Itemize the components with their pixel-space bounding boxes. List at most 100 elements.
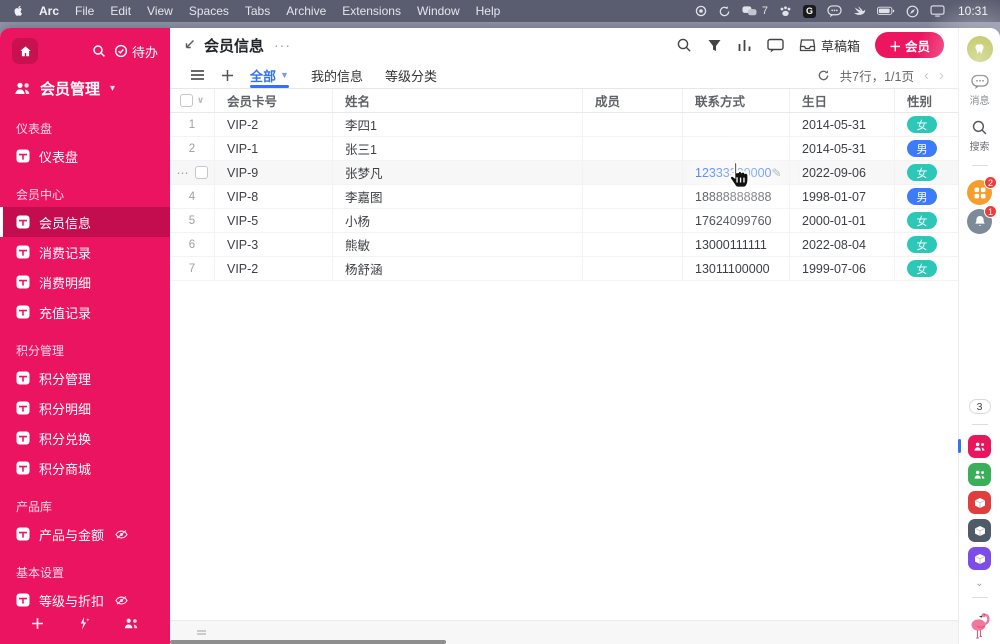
select-all-checkbox[interactable] — [179, 94, 193, 107]
chat-bubble-icon[interactable] — [827, 4, 842, 18]
cell-contact[interactable]: 13011100000 ✎ — [683, 257, 790, 280]
cell-member[interactable] — [583, 185, 683, 208]
cell-member[interactable] — [583, 137, 683, 160]
menubar-item[interactable]: Edit — [110, 4, 131, 18]
select-all-cell[interactable]: ∨ — [170, 89, 215, 112]
table-row[interactable]: ⋯ 6 VIP-3 熊敏 13000111111 ✎ 2022-08-04 女 — [170, 233, 958, 257]
paw-icon[interactable] — [779, 5, 792, 18]
view-tab[interactable]: 全部 ▼ — [250, 62, 289, 88]
title-more-icon[interactable]: ··· — [274, 37, 291, 53]
view-tab[interactable]: 等级分类 ▼ — [385, 62, 437, 88]
cell-member[interactable] — [583, 233, 683, 256]
sidebar-add-icon[interactable] — [30, 616, 45, 631]
rail-search-icon[interactable] — [971, 119, 988, 136]
cell-birthday[interactable]: 1998-01-07 — [790, 185, 895, 208]
table-row[interactable]: ⋯ 2 VIP-1 张三1 ✎ 2014-05-31 男 — [170, 137, 958, 161]
table-row[interactable]: ⋯ 7 VIP-2 杨舒涵 13011100000 ✎ 1999-07-06 女 — [170, 257, 958, 281]
table-row[interactable]: ⋯ 3 VIP-9 张梦凡 12333330000 ✎ 2022-09-06 女 — [170, 161, 958, 185]
record-icon[interactable] — [695, 5, 707, 17]
sidebar-item[interactable]: 会员信息 — [0, 207, 170, 237]
cell-gender[interactable]: 男 — [895, 185, 958, 208]
home-button[interactable] — [12, 38, 38, 64]
cell-contact[interactable]: 13000111111 ✎ — [683, 233, 790, 256]
cell-gender[interactable]: 女 — [895, 209, 958, 232]
sidebar-item[interactable]: 等级与折扣 — [0, 585, 170, 608]
column-header[interactable]: 性别 — [895, 89, 958, 112]
sidebar-item[interactable]: 积分商城 — [0, 453, 170, 483]
cell-card-number[interactable]: VIP-2 — [215, 257, 333, 280]
messages-bubble-icon[interactable] — [970, 74, 989, 90]
cell-birthday[interactable]: 2000-01-01 — [790, 209, 895, 232]
column-header[interactable]: 联系方式 — [683, 89, 790, 112]
sidebar-item[interactable]: 充值记录 — [0, 297, 170, 327]
horizontal-scrollbar[interactable] — [170, 640, 446, 644]
apple-menu-icon[interactable] — [12, 4, 25, 18]
cell-birthday[interactable]: 2022-08-04 — [790, 233, 895, 256]
cell-gender[interactable]: 女 — [895, 113, 958, 136]
add-member-button[interactable]: ＋ 会员 — [875, 32, 944, 58]
comment-icon[interactable] — [767, 38, 784, 53]
cell-name[interactable]: 熊敏 — [333, 233, 583, 256]
user-avatar[interactable] — [966, 36, 993, 62]
cell-gender[interactable]: 男 — [895, 137, 958, 160]
rail-chevron-down-icon[interactable]: ⌄ — [975, 578, 983, 589]
cell-card-number[interactable]: VIP-2 — [215, 113, 333, 136]
resize-handle-icon[interactable] — [196, 627, 207, 639]
display-icon[interactable] — [930, 5, 945, 17]
column-header[interactable]: 姓名 — [333, 89, 583, 112]
menubar-item[interactable]: Window — [417, 4, 460, 18]
cell-contact[interactable]: ✎ — [683, 137, 790, 160]
next-page-icon[interactable]: › — [939, 67, 944, 84]
sidebar-item[interactable]: 积分兑换 — [0, 423, 170, 453]
chart-icon[interactable] — [737, 38, 752, 53]
filter-icon[interactable] — [707, 38, 722, 53]
swift-bird-icon[interactable] — [853, 5, 866, 17]
draftbox-button[interactable]: 草稿箱 — [799, 36, 860, 55]
cell-card-number[interactable]: VIP-5 — [215, 209, 333, 232]
cell-birthday[interactable]: 1999-07-06 — [790, 257, 895, 280]
menubar-item[interactable]: View — [147, 4, 173, 18]
refresh-icon[interactable] — [817, 69, 830, 82]
workspace-app-people[interactable] — [958, 435, 991, 458]
menubar-item[interactable]: Tabs — [245, 4, 270, 18]
todo-button[interactable]: 待办 — [114, 42, 158, 61]
sidebar-item[interactable]: 消费明细 — [0, 267, 170, 297]
workspace-app-people[interactable] — [968, 463, 991, 486]
add-view-icon[interactable] — [221, 69, 234, 82]
cell-birthday[interactable]: 2014-05-31 — [790, 137, 895, 160]
sidebar-item[interactable]: 积分管理 — [0, 363, 170, 393]
cell-birthday[interactable]: 2022-09-06 — [790, 161, 895, 184]
table-row[interactable]: ⋯ 5 VIP-5 小杨 17624099760 ✎ 2000-01-01 女 — [170, 209, 958, 233]
menubar-item[interactable]: Archive — [286, 4, 326, 18]
workspace-count-pill[interactable]: 3 — [968, 399, 991, 414]
cell-name[interactable]: 杨舒涵 — [333, 257, 583, 280]
cell-member[interactable] — [583, 257, 683, 280]
menubar-app-name[interactable]: Arc — [39, 4, 59, 18]
table-row[interactable]: ⋯ 1 VIP-2 李四1 ✎ 2014-05-31 女 — [170, 113, 958, 137]
cell-member[interactable] — [583, 209, 683, 232]
cell-name[interactable]: 小杨 — [333, 209, 583, 232]
cell-contact[interactable]: 17624099760 ✎ — [683, 209, 790, 232]
contact-value[interactable]: 13011100000 — [695, 262, 770, 276]
cell-name[interactable]: 李四1 — [333, 113, 583, 136]
column-header[interactable]: 生日 — [790, 89, 895, 112]
cell-member[interactable] — [583, 161, 683, 184]
sidebar-item[interactable]: 消费记录 — [0, 237, 170, 267]
sidebar-search-icon[interactable] — [92, 44, 106, 58]
table-row[interactable]: ⋯ 4 VIP-8 李嘉图 18888888888 ✎ 1998-01-07 男 — [170, 185, 958, 209]
sync-icon[interactable] — [718, 5, 731, 18]
messages-icon[interactable] — [742, 5, 757, 18]
cell-name[interactable]: 李嘉图 — [333, 185, 583, 208]
cell-gender[interactable]: 女 — [895, 161, 958, 184]
collapse-arrow-icon[interactable] — [182, 38, 196, 52]
cell-gender[interactable]: 女 — [895, 257, 958, 280]
cell-card-number[interactable]: VIP-1 — [215, 137, 333, 160]
menubar-item[interactable]: Help — [476, 4, 501, 18]
cell-card-number[interactable]: VIP-9 — [215, 161, 333, 184]
compass-icon[interactable] — [906, 5, 919, 18]
view-list-icon[interactable] — [190, 69, 205, 81]
workspace-switcher[interactable]: 会员管理 ▾ — [0, 68, 170, 105]
cell-birthday[interactable]: 2014-05-31 — [790, 113, 895, 136]
cell-gender[interactable]: 女 — [895, 233, 958, 256]
contact-value[interactable]: 17624099760 — [695, 214, 771, 228]
